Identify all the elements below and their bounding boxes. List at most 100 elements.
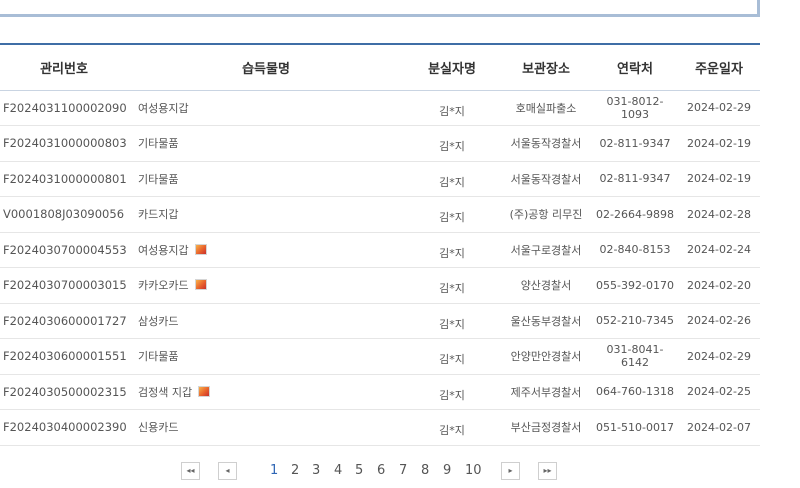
page-link-3[interactable]: 3 xyxy=(312,462,320,480)
row-place: 부산금정경찰서 xyxy=(500,409,592,446)
page-link-9[interactable]: 9 xyxy=(443,462,451,480)
row-place: (주)공항 리무진 xyxy=(500,196,592,233)
row-id[interactable]: F2024031000000803 xyxy=(0,125,128,162)
row-id-text[interactable]: F2024031100002090 xyxy=(3,101,127,115)
next-page-button[interactable]: ▸ xyxy=(501,462,520,480)
row-id-text[interactable]: F2024030500002315 xyxy=(3,385,127,399)
row-id-text[interactable]: V0001808J03090056 xyxy=(3,207,124,221)
row-phone-text: 031-8012-1093 xyxy=(606,94,664,121)
table-row[interactable]: F2024031000000801 기타물품 김*지 서울동작경찰서 02-811-93… xyxy=(0,161,760,197)
row-item-text[interactable]: 카드지갑 xyxy=(138,208,178,221)
page-link-4[interactable]: 4 xyxy=(334,462,342,480)
row-phone: 02-811-9347 xyxy=(592,161,678,197)
row-item-text[interactable]: 삼성카드 xyxy=(138,315,178,328)
row-item[interactable]: 카카오카드 xyxy=(128,267,404,304)
row-item-text[interactable]: 여성용지갑 xyxy=(138,102,189,115)
row-item[interactable]: 검정색 지갑 xyxy=(128,374,404,410)
row-item[interactable]: 삼성카드 xyxy=(128,303,404,339)
row-owner: 김*지 xyxy=(404,125,500,162)
row-item-text[interactable]: 기타물품 xyxy=(138,173,178,186)
row-id[interactable]: F2024030400002390 xyxy=(0,409,128,446)
row-item[interactable]: 여성용지갑 xyxy=(128,90,404,126)
row-id-text[interactable]: F2024031000000801 xyxy=(3,172,127,186)
table-row[interactable]: F2024030400002390 신용카드 김*지 부산금정경찰서 051-510-0… xyxy=(0,409,760,446)
row-place: 호매실파출소 xyxy=(500,90,592,126)
row-phone: 031-8012-1093 xyxy=(592,90,678,126)
table-header-row: 관리번호 습득물명 분실자명 보관장소 연락처 주운일자 xyxy=(0,43,760,91)
row-date: 2024-02-19 xyxy=(678,161,760,197)
row-phone-text: 031-8041-6142 xyxy=(606,343,664,370)
table-row[interactable]: V0001808J03090056 카드지갑 김*지 (주)공항 리무진 02-2664… xyxy=(0,196,760,233)
page-link-1[interactable]: 1 xyxy=(270,462,278,480)
row-item[interactable]: 기타물품 xyxy=(128,125,404,162)
row-item-text[interactable]: 기타물품 xyxy=(138,137,178,150)
page-link-7[interactable]: 7 xyxy=(399,462,407,480)
row-phone: 064-760-1318 xyxy=(592,374,678,410)
row-owner: 김*지 xyxy=(404,161,500,197)
page-link-8[interactable]: 8 xyxy=(421,462,429,480)
row-item-text[interactable]: 여성용지갑 xyxy=(138,244,189,257)
header-item[interactable]: 습득물명 xyxy=(128,43,404,91)
row-item-text[interactable]: 신용카드 xyxy=(138,421,178,434)
row-id-text[interactable]: F2024030700004553 xyxy=(3,243,127,257)
row-id-text[interactable]: F2024030700003015 xyxy=(3,278,127,292)
row-id[interactable]: F2024030500002315 xyxy=(0,374,128,410)
row-id-text[interactable]: F2024030400002390 xyxy=(3,420,127,434)
prev-page-button[interactable]: ◂ xyxy=(218,462,237,480)
row-id[interactable]: F2024031100002090 xyxy=(0,90,128,126)
row-phone: 052-210-7345 xyxy=(592,303,678,339)
row-item-text[interactable]: 카카오카드 xyxy=(138,279,189,292)
row-item[interactable]: 신용카드 xyxy=(128,409,404,446)
row-date: 2024-02-28 xyxy=(678,196,760,233)
page-link-5[interactable]: 5 xyxy=(355,462,363,480)
header-place[interactable]: 보관장소 xyxy=(500,43,592,91)
first-page-button[interactable]: ◂◂ xyxy=(181,462,200,480)
table-row[interactable]: F2024030600001727 삼성카드 김*지 울산동부경찰서 052-210-7… xyxy=(0,303,760,339)
row-id[interactable]: F2024030700003015 xyxy=(0,267,128,304)
table-row[interactable]: F2024030500002315 검정색 지갑 김*지 제주서부경찰서 064-760… xyxy=(0,374,760,410)
pagination: ◂◂ ◂ 1 2 3 4 5 6 7 8 9 10 ▸ ▸▸ xyxy=(0,462,760,484)
table-row[interactable]: F2024031000000803 기타물품 김*지 서울동작경찰서 02-811-93… xyxy=(0,125,760,162)
page-link-6[interactable]: 6 xyxy=(377,462,385,480)
table-row[interactable]: F2024031100002090 여성용지갑 김*지 호매실파출소 031-8012-… xyxy=(0,90,760,126)
row-id[interactable]: F2024030700004553 xyxy=(0,232,128,268)
row-item-text[interactable]: 검정색 지갑 xyxy=(138,386,192,399)
row-id-text[interactable]: F2024030600001727 xyxy=(3,314,127,328)
table-row[interactable]: F2024030600001551 기타물품 김*지 안양만안경찰서 031-8041-… xyxy=(0,338,760,375)
table-row[interactable]: F2024030700004553 여성용지갑 김*지 서울구로경찰서 02-840-8… xyxy=(0,232,760,268)
row-id-text[interactable]: F2024031000000803 xyxy=(3,136,127,150)
row-phone: 02-840-8153 xyxy=(592,232,678,268)
row-id[interactable]: F2024030600001551 xyxy=(0,338,128,375)
row-item[interactable]: 기타물품 xyxy=(128,161,404,197)
row-place: 서울구로경찰서 xyxy=(500,232,592,268)
last-page-button[interactable]: ▸▸ xyxy=(538,462,557,480)
page-link-2[interactable]: 2 xyxy=(291,462,299,480)
row-owner: 김*지 xyxy=(404,409,500,446)
page-link-10[interactable]: 10 xyxy=(465,462,482,480)
row-phone-text: 02-811-9347 xyxy=(599,172,671,186)
row-phone-text: 064-760-1318 xyxy=(596,385,674,399)
header-phone[interactable]: 연락처 xyxy=(592,43,678,91)
row-phone-text: 052-210-7345 xyxy=(596,314,674,328)
row-id[interactable]: F2024030600001727 xyxy=(0,303,128,339)
row-date: 2024-02-19 xyxy=(678,125,760,162)
search-panel xyxy=(0,0,760,17)
header-id[interactable]: 관리번호 xyxy=(0,43,128,91)
row-item[interactable]: 기타물품 xyxy=(128,338,404,375)
table-row[interactable]: F2024030700003015 카카오카드 김*지 양산경찰서 055-392-01… xyxy=(0,267,760,304)
header-date[interactable]: 주운일자 xyxy=(678,43,760,91)
row-phone: 02-2664-9898 xyxy=(592,196,678,233)
photo-thumbnail-icon[interactable] xyxy=(194,243,207,255)
row-place: 서울동작경찰서 xyxy=(500,125,592,162)
photo-thumbnail-icon[interactable] xyxy=(194,279,207,291)
row-owner: 김*지 xyxy=(404,90,500,126)
row-phone-text: 02-2664-9898 xyxy=(596,207,674,221)
row-id-text[interactable]: F2024030600001551 xyxy=(3,349,127,363)
header-owner[interactable]: 분실자명 xyxy=(404,43,500,91)
row-item[interactable]: 여성용지갑 xyxy=(128,232,404,268)
row-item[interactable]: 카드지갑 xyxy=(128,196,404,233)
row-item-text[interactable]: 기타물품 xyxy=(138,350,178,363)
row-id[interactable]: V0001808J03090056 xyxy=(0,196,128,233)
row-id[interactable]: F2024031000000801 xyxy=(0,161,128,197)
photo-thumbnail-icon[interactable] xyxy=(198,385,211,397)
